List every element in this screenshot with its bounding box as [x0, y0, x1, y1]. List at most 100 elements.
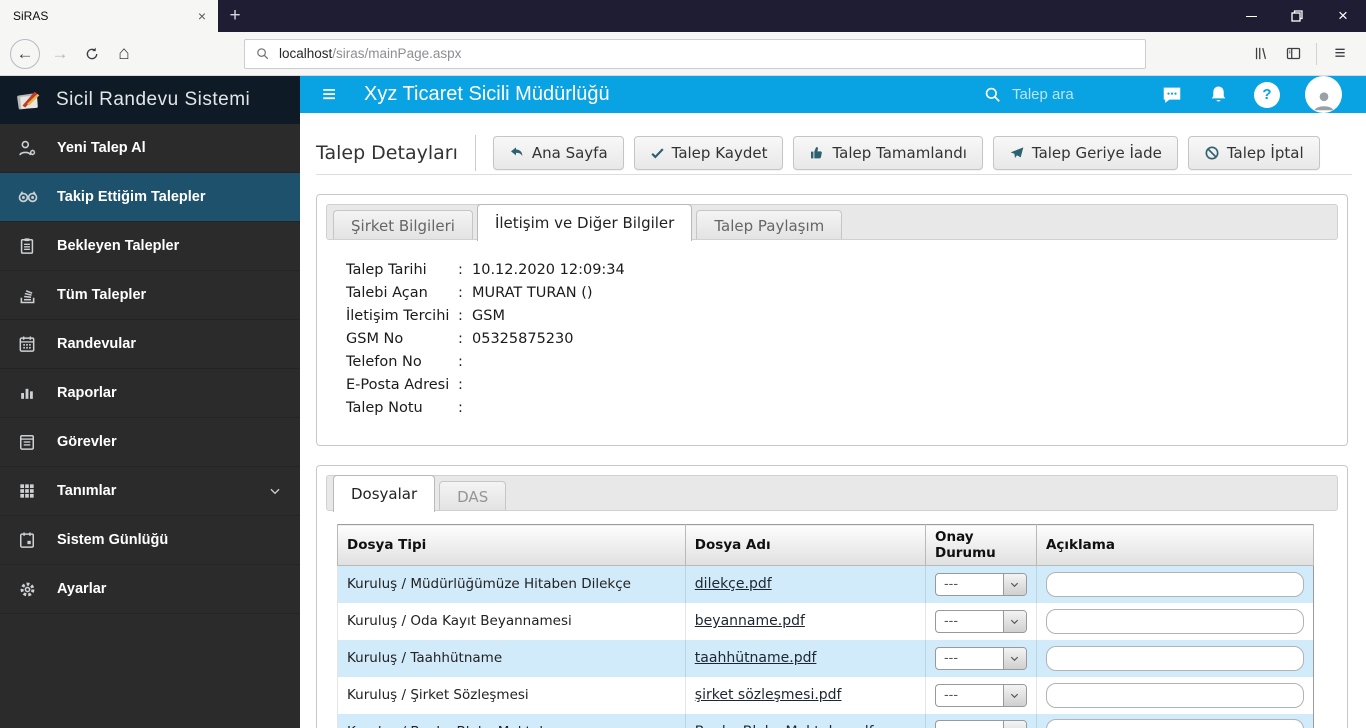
url-bar[interactable]: localhost/siras/mainPage.aspx [244, 38, 1146, 69]
home-button[interactable]: ⌂ [108, 38, 140, 70]
thumb-up-icon [809, 145, 825, 161]
user-avatar[interactable] [1305, 76, 1342, 113]
detail-field: E-Posta Adresi: [346, 373, 1338, 396]
chevron-down-icon [1002, 647, 1026, 669]
note-input[interactable] [1045, 645, 1304, 671]
note-input[interactable] [1045, 682, 1304, 708]
file-link[interactable]: Banka Bloke Mektubu.pdf [695, 724, 874, 728]
tab-talep-paylaşım[interactable]: Talep Paylaşım [696, 210, 843, 239]
field-label: E-Posta Adresi [346, 376, 450, 393]
chevron-down-icon [1002, 610, 1026, 632]
tab-şirket-bilgileri[interactable]: Şirket Bilgileri [333, 210, 473, 239]
page-title: Talep Detayları [316, 142, 458, 164]
person-gear-icon [17, 138, 57, 159]
help-button[interactable]: ? [1254, 81, 1280, 108]
search-input[interactable] [1012, 86, 1122, 103]
ana-sayfa-button[interactable]: Ana Sayfa [492, 136, 624, 170]
file-link[interactable]: dilekçe.pdf [695, 576, 772, 592]
sidebar-item-yeni-talep-al[interactable]: Yeni Talep Al [0, 124, 300, 173]
detail-field: Telefon No: [346, 350, 1338, 373]
approval-select-value: --- [936, 721, 1003, 728]
file-type-cell: Kuruluş / Oda Kayıt Beyannamesi [337, 602, 686, 640]
note-input[interactable] [1045, 608, 1304, 634]
toolbar-buttons: Ana Sayfa Talep Kaydet Talep Tamamlandı Tal… [492, 136, 1320, 170]
sidebar-item-label: Görevler [57, 434, 117, 450]
toolbar-divider [1316, 42, 1317, 65]
detail-field: Talep Notu: [346, 396, 1338, 419]
field-colon: : [458, 261, 463, 278]
tab-close-icon[interactable]: × [194, 8, 210, 24]
calendar-icon [17, 334, 57, 354]
column-header: Onay Durumu [924, 524, 1037, 566]
table-row: Kuruluş / Şirket Sözleşmesi şirket sözleş… [337, 676, 1314, 714]
refresh-button[interactable] [76, 38, 108, 70]
forward-button[interactable]: → [44, 38, 76, 70]
talep-tamamlandı-button[interactable]: Talep Tamamlandı [793, 136, 983, 170]
approval-select-value: --- [943, 687, 959, 703]
sidebar-item-ayarlar[interactable]: Ayarlar [0, 565, 300, 614]
sidebar-item-sistem-gunlugu[interactable]: Sistem Günlüğü [0, 516, 300, 565]
talep-kaydet-button[interactable]: Talep Kaydet [633, 136, 784, 170]
sidebar-item-randevular[interactable]: Randevular [0, 320, 300, 369]
app-logo-text: Sicil Randevu Sistemi [56, 89, 251, 110]
sidebar-item-gorevler[interactable]: Görevler [0, 418, 300, 467]
gear-icon [17, 579, 57, 600]
files-tabs: Dosyalar DAS [326, 475, 1338, 512]
sidebar-item-tanimlar[interactable]: Tanımlar [0, 467, 300, 516]
sidebar-item-tum-talepler[interactable]: Tüm Talepler [0, 271, 300, 320]
sidebar-item-bekleyen-talepler[interactable]: Bekleyen Talepler [0, 222, 300, 271]
browser-titlebar: SiRAS × + × [0, 0, 1366, 32]
tab-i-letişim-ve-diğer-bilgiler[interactable]: İletişim ve Diğer Bilgiler [476, 204, 693, 241]
note-input[interactable] [1045, 719, 1304, 728]
field-value: 10.12.2020 12:09:34 [472, 261, 625, 278]
approval-select[interactable]: --- [934, 646, 1027, 670]
search-box [983, 85, 1143, 104]
approval-select[interactable]: --- [934, 572, 1027, 596]
detail-field: GSM No:05325875230 [346, 327, 1338, 350]
menu-icon[interactable]: ≡ [322, 81, 336, 109]
tab-das[interactable]: DAS [439, 481, 507, 510]
chevron-down-icon [1002, 573, 1026, 595]
detail-field: İletişim Tercihi: GSM [346, 304, 1338, 327]
file-type-cell: Kuruluş / Müdürlüğümüze Hitaben Dilekçe [337, 565, 686, 603]
library-button[interactable] [1245, 38, 1277, 70]
sidebar-item-takip-ettigim-talepler[interactable]: Takip Ettiğim Talepler [0, 173, 300, 222]
file-link[interactable]: beyanname.pdf [695, 613, 805, 629]
sidebar-item-label: Tanımlar [57, 483, 117, 499]
app-logo: Sicil Randevu Sistemi [0, 76, 300, 124]
sidebar-toggle-button[interactable] [1277, 38, 1309, 70]
bar-chart-icon [17, 383, 57, 403]
notifications-button[interactable] [1208, 84, 1229, 105]
field-value: GSM [472, 307, 505, 324]
sidebar-menu: Yeni Talep Al Takip Ettiğim Talepler Bekle… [0, 124, 300, 614]
reply-icon [509, 145, 525, 161]
file-link[interactable]: taahhütname.pdf [695, 650, 817, 666]
approval-select[interactable]: --- [934, 609, 1027, 633]
stack-icon [17, 285, 57, 306]
messages-button[interactable] [1161, 84, 1183, 106]
field-value: 05325875230 [472, 330, 574, 347]
sidebar-item-raporlar[interactable]: Raporlar [0, 369, 300, 418]
back-button[interactable]: ← [10, 38, 40, 69]
field-label: GSM No [346, 330, 404, 347]
sidebar-item-label: Tüm Talepler [57, 287, 147, 303]
talep-geriye-i-ade-button[interactable]: Talep Geriye İade [992, 136, 1178, 170]
approval-select[interactable]: --- [934, 683, 1027, 707]
field-label: Talebi Açan [346, 284, 428, 301]
field-colon: : [458, 284, 463, 301]
new-tab-button[interactable]: + [218, 0, 252, 32]
url-path: /siras/mainPage.aspx [332, 46, 462, 61]
window-minimize-button[interactable] [1228, 0, 1274, 32]
browser-menu-button[interactable]: ≡ [1324, 38, 1356, 70]
file-type-cell: Kuruluş / Banka Bloke Mektubu [337, 713, 686, 728]
talep-i-ptal-button[interactable]: Talep İptal [1187, 136, 1320, 170]
approval-select[interactable]: --- [934, 720, 1027, 728]
browser-tab[interactable]: SiRAS × [0, 0, 218, 32]
file-link[interactable]: şirket sözleşmesi.pdf [695, 687, 842, 703]
tab-dosyalar[interactable]: Dosyalar [333, 475, 436, 512]
note-input[interactable] [1045, 571, 1304, 597]
window-restore-button[interactable] [1274, 0, 1320, 32]
detail-field: Talep Tarihi:10.12.2020 12:09:34 [346, 258, 1338, 281]
bell-icon [1211, 86, 1226, 102]
window-close-button[interactable]: × [1320, 0, 1366, 32]
